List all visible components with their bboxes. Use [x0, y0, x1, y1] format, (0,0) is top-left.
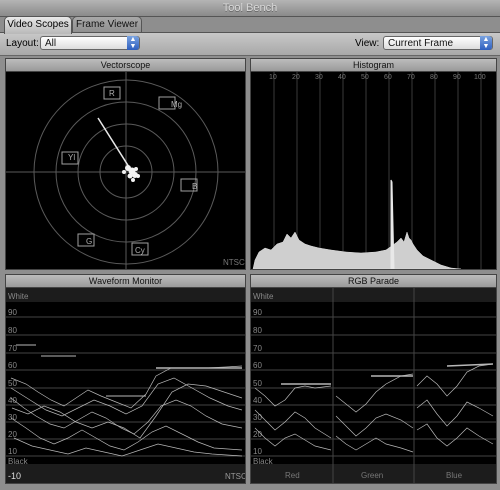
- histogram-scale-50: 50: [361, 74, 369, 81]
- histogram-scale-70: 70: [407, 74, 415, 81]
- parade-channel-red: Red: [285, 471, 300, 480]
- vectorscope-display: R Mg B Cy G Yl NTSC: [6, 72, 245, 269]
- parade-level-50: 50: [253, 379, 262, 388]
- view-select[interactable]: Current Frame ▲ ▼: [383, 36, 493, 50]
- layout-label: Layout:: [6, 38, 39, 49]
- histogram-scale-60: 60: [384, 74, 392, 81]
- waveform-minus-label: -10: [8, 471, 21, 481]
- waveform-level-80: 80: [8, 326, 17, 335]
- vectorscope-panel: Vectorscope R Mg B Cy G Yl NTSC: [5, 58, 246, 270]
- chevron-updown-icon: ▲ ▼: [480, 36, 492, 50]
- view-label: View:: [355, 38, 380, 49]
- histogram-title: Histogram: [251, 59, 496, 72]
- waveform-display: White 90 80 70 60 50 40 30 20 10 Black -…: [6, 288, 245, 483]
- histogram-scale-20: 20: [292, 74, 300, 81]
- layout-select[interactable]: All ▲ ▼: [40, 36, 140, 50]
- waveform-panel: Waveform Monitor White 90 80 70 60 50 40…: [5, 274, 246, 484]
- parade-level-60: 60: [253, 361, 262, 370]
- tab-video-scopes[interactable]: Video Scopes: [4, 16, 72, 34]
- histogram-scale-40: 40: [338, 74, 346, 81]
- chevron-updown-icon: ▲ ▼: [127, 36, 139, 50]
- waveform-black-label: Black: [8, 457, 29, 466]
- histogram-scale-80: 80: [430, 74, 438, 81]
- waveform-title: Waveform Monitor: [6, 275, 245, 288]
- waveform-white-label: White: [8, 292, 29, 301]
- vectorscope-standard: NTSC: [223, 258, 245, 267]
- waveform-standard: NTSC: [225, 472, 245, 481]
- target-red: R: [109, 89, 115, 98]
- rgb-parade-title: RGB Parade: [251, 275, 496, 288]
- vectorscope-title: Vectorscope: [6, 59, 245, 72]
- luma-histogram: [252, 231, 462, 269]
- histogram-peak: [390, 179, 395, 269]
- waveform-level-90: 90: [8, 308, 17, 317]
- histogram-scale-10: 10: [269, 74, 277, 81]
- target-cyan: Cy: [135, 246, 145, 255]
- parade-level-90: 90: [253, 308, 262, 317]
- waveform-level-20: 20: [8, 430, 17, 439]
- target-blue: B: [192, 182, 197, 191]
- waveform-level-30: 30: [8, 413, 17, 422]
- rgb-parade-panel: RGB Parade White 90 80 70 60 50 40 30 20…: [250, 274, 497, 484]
- waveform-level-40: 40: [8, 396, 17, 405]
- window-title: Tool Bench: [222, 2, 278, 14]
- target-yellow: Yl: [68, 153, 75, 162]
- waveform-level-60: 60: [8, 361, 17, 370]
- parade-black-label: Black: [253, 457, 274, 466]
- histogram-display: 10 20 30 40 50 60 70 80 90 100: [252, 72, 486, 269]
- histogram-scale-90: 90: [453, 74, 461, 81]
- parade-channel-blue: Blue: [446, 471, 463, 480]
- histogram-panel: Histogram 10 20 30 40 50 60 70 80 90 100: [250, 58, 497, 270]
- parade-level-80: 80: [253, 326, 262, 335]
- histogram-scale-30: 30: [315, 74, 323, 81]
- parade-white-label: White: [253, 292, 274, 301]
- parade-level-30: 30: [253, 413, 262, 422]
- waveform-level-10: 10: [8, 447, 17, 456]
- parade-level-10: 10: [253, 447, 262, 456]
- histogram-scale-100: 100: [474, 74, 486, 81]
- parade-channel-green: Green: [361, 471, 383, 480]
- rgb-parade-display: White 90 80 70 60 50 40 30 20 10 Black R…: [251, 288, 496, 483]
- parade-level-40: 40: [253, 396, 262, 405]
- title-bar: Tool Bench: [0, 0, 500, 17]
- toolbar: Layout: All ▲ ▼ View: Current Frame ▲ ▼: [0, 33, 500, 56]
- parade-level-70: 70: [253, 344, 262, 353]
- target-green: G: [86, 237, 92, 246]
- view-select-value: Current Frame: [388, 38, 454, 49]
- target-magenta: Mg: [171, 100, 182, 109]
- layout-select-value: All: [45, 38, 57, 49]
